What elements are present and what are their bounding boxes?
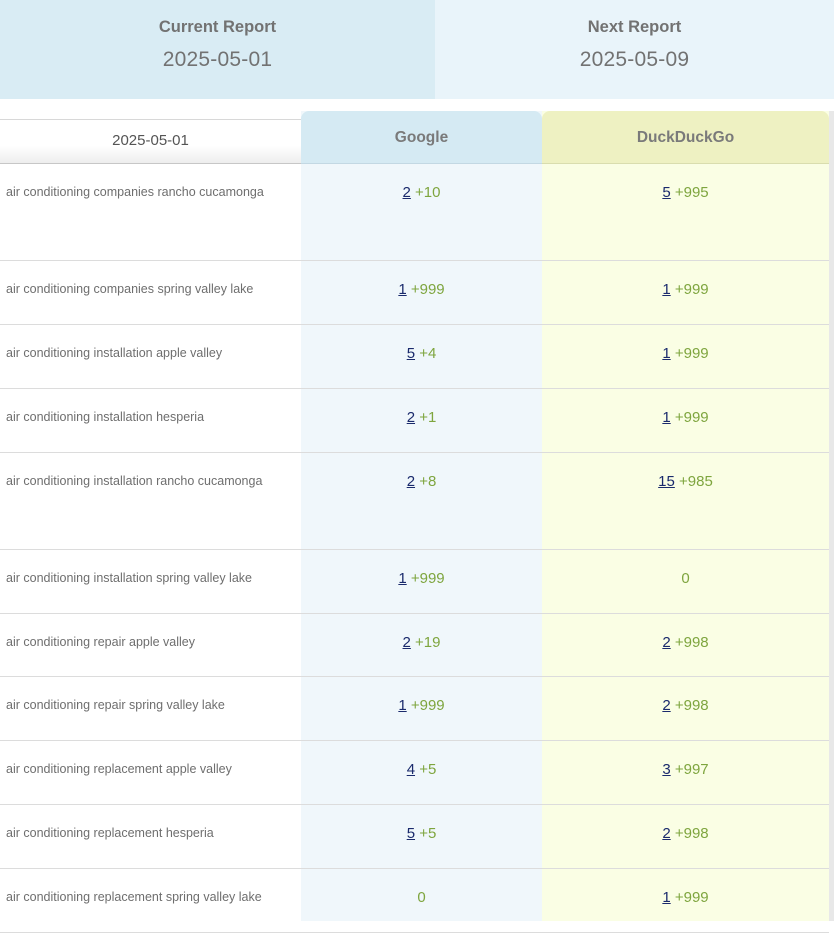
duckduckgo-rank-cell: 2 +998 bbox=[542, 634, 829, 651]
google-rank-cell: 0 bbox=[301, 889, 542, 906]
duckduckgo-rank-cell: 1 +999 bbox=[542, 889, 829, 906]
keyword-label: air conditioning installation spring val… bbox=[6, 571, 252, 585]
rank-link[interactable]: 5 bbox=[407, 825, 415, 842]
rank-change: +999 bbox=[674, 281, 709, 298]
rank-link[interactable]: 2 bbox=[662, 697, 670, 714]
table-row: air conditioning companies spring valley… bbox=[0, 261, 829, 325]
rank-link[interactable]: 1 bbox=[662, 281, 670, 298]
google-rank-cell: 2 +8 bbox=[301, 473, 542, 490]
keyword-label: air conditioning repair spring valley la… bbox=[6, 698, 225, 712]
rank-change: +985 bbox=[679, 473, 713, 490]
duckduckgo-rank-cell: 3 +997 bbox=[542, 761, 829, 778]
google-rank-cell: 5 +5 bbox=[301, 825, 542, 842]
rank-link[interactable]: 1 bbox=[398, 570, 406, 587]
rank-link[interactable]: 3 bbox=[662, 761, 670, 778]
duckduckgo-rank-cell: 5 +995 bbox=[542, 184, 829, 201]
table-right-edge bbox=[829, 111, 834, 921]
table-row: air conditioning installation hesperia 2 … bbox=[0, 389, 829, 453]
keyword-label: air conditioning repair apple valley bbox=[6, 635, 196, 649]
rank-link[interactable]: 2 bbox=[662, 634, 670, 651]
rank-change: +999 bbox=[674, 889, 709, 906]
table-row: air conditioning installation apple vall… bbox=[0, 325, 829, 389]
rank-change: +1 bbox=[419, 409, 437, 426]
keyword-label: air conditioning companies spring valley… bbox=[6, 282, 254, 296]
rank-link[interactable]: 2 bbox=[407, 473, 415, 490]
rank-link[interactable]: 4 bbox=[407, 761, 415, 778]
keyword-label: air conditioning companies rancho cucamo… bbox=[6, 185, 264, 199]
rank-link[interactable]: 2 bbox=[407, 409, 415, 426]
google-rank-cell: 1 +999 bbox=[301, 570, 542, 587]
rank-change: +997 bbox=[674, 761, 709, 778]
rank-change: +999 bbox=[674, 409, 709, 426]
rank-change: +10 bbox=[415, 184, 441, 201]
rank-change: +995 bbox=[674, 184, 709, 201]
next-report-panel[interactable]: Next Report 2025-05-09 bbox=[435, 0, 834, 99]
rank-link[interactable]: 2 bbox=[662, 825, 670, 842]
duckduckgo-rank-cell: 2 +998 bbox=[542, 825, 829, 842]
report-header: Current Report 2025-05-01 Next Report 20… bbox=[0, 0, 834, 99]
table-row: air conditioning installation rancho cuc… bbox=[0, 453, 829, 550]
google-rank-cell: 1 +999 bbox=[301, 281, 542, 298]
rank-link[interactable]: 5 bbox=[662, 184, 670, 201]
current-report-label: Current Report bbox=[158, 18, 277, 36]
rank-link[interactable]: 1 bbox=[662, 345, 670, 362]
google-column-header[interactable]: Google bbox=[301, 111, 542, 164]
rank-link[interactable]: 1 bbox=[662, 409, 670, 426]
keyword-label: air conditioning installation rancho cuc… bbox=[6, 474, 263, 488]
rank-change: +5 bbox=[419, 761, 437, 778]
google-rank-cell: 2 +1 bbox=[301, 409, 542, 426]
rank-link[interactable]: 15 bbox=[658, 473, 675, 490]
rank-change: +8 bbox=[419, 473, 437, 490]
duckduckgo-rank-cell: 15 +985 bbox=[542, 473, 829, 490]
google-rank-cell: 4 +5 bbox=[301, 761, 542, 778]
keyword-label: air conditioning replacement spring vall… bbox=[6, 890, 262, 904]
duckduckgo-rank-cell: 2 +998 bbox=[542, 697, 829, 714]
duckduckgo-rank-cell: 1 +999 bbox=[542, 345, 829, 362]
rank-change: +999 bbox=[410, 570, 445, 587]
rank-change: +999 bbox=[410, 697, 445, 714]
rank-link[interactable]: 2 bbox=[403, 634, 411, 651]
rank-link[interactable]: 2 bbox=[403, 184, 411, 201]
duckduckgo-rank-cell: 1 +999 bbox=[542, 281, 829, 298]
google-rank-cell: 5 +4 bbox=[301, 345, 542, 362]
rank-change: +4 bbox=[419, 345, 437, 362]
table-row: air conditioning repair apple valley 2 +1… bbox=[0, 614, 829, 677]
table-row: air conditioning replacement spring vall… bbox=[0, 869, 829, 933]
rank-value: 0 bbox=[417, 889, 426, 906]
google-rank-cell: 1 +999 bbox=[301, 697, 542, 714]
rank-change: +998 bbox=[674, 825, 709, 842]
next-report-label: Next Report bbox=[587, 18, 682, 36]
keyword-label: air conditioning installation hesperia bbox=[6, 410, 205, 424]
current-report-panel[interactable]: Current Report 2025-05-01 bbox=[0, 0, 435, 99]
date-column-header: 2025-05-01 bbox=[0, 119, 301, 164]
rank-change: +19 bbox=[415, 634, 441, 651]
table-row: air conditioning repair spring valley la… bbox=[0, 677, 829, 741]
rank-change: +998 bbox=[674, 634, 709, 651]
duckduckgo-rank-cell: 0 bbox=[542, 570, 829, 587]
table-row: air conditioning installation spring val… bbox=[0, 550, 829, 614]
rank-change: +999 bbox=[410, 281, 445, 298]
rank-value: 0 bbox=[681, 570, 690, 587]
keyword-label: air conditioning replacement hesperia bbox=[6, 826, 214, 840]
keyword-label: air conditioning installation apple vall… bbox=[6, 346, 223, 360]
rank-link[interactable]: 5 bbox=[407, 345, 415, 362]
rank-link[interactable]: 1 bbox=[662, 889, 670, 906]
rank-change: +5 bbox=[419, 825, 437, 842]
rank-change: +998 bbox=[674, 697, 709, 714]
table-row: air conditioning replacement hesperia 5 +… bbox=[0, 805, 829, 869]
table-row: air conditioning companies rancho cucamo… bbox=[0, 164, 829, 261]
rank-link[interactable]: 1 bbox=[398, 697, 406, 714]
next-report-date: 2025-05-09 bbox=[579, 48, 690, 71]
keyword-label: air conditioning replacement apple valle… bbox=[6, 762, 232, 776]
duckduckgo-rank-cell: 1 +999 bbox=[542, 409, 829, 426]
table-row: air conditioning replacement apple valle… bbox=[0, 741, 829, 805]
duckduckgo-column-header[interactable]: DuckDuckGo bbox=[542, 111, 829, 164]
rank-link[interactable]: 1 bbox=[398, 281, 406, 298]
rank-change: +999 bbox=[674, 345, 709, 362]
google-rank-cell: 2 +10 bbox=[301, 184, 542, 201]
current-report-date: 2025-05-01 bbox=[162, 48, 273, 71]
google-rank-cell: 2 +19 bbox=[301, 634, 542, 651]
